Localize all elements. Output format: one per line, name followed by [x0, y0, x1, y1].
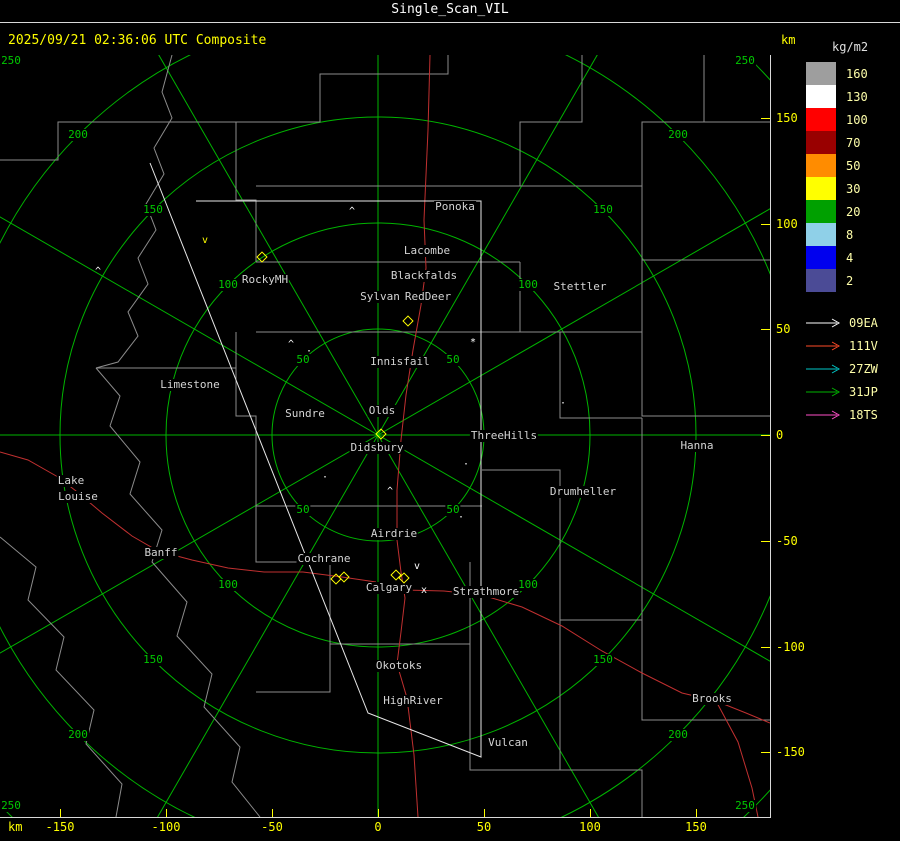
- bottom-axis-label: 150: [685, 820, 707, 834]
- legend-level-value: 20: [846, 204, 861, 219]
- right-axis-label: -100: [776, 640, 805, 654]
- right-axis-label: -50: [776, 534, 798, 548]
- map-graphics: [0, 55, 770, 817]
- bottom-axis-label: -50: [261, 820, 283, 834]
- legend-level-value: 8: [846, 227, 854, 242]
- legend-color-swatch: [806, 62, 836, 85]
- legend-level-row: 100: [806, 108, 898, 131]
- range-rings: [0, 55, 770, 817]
- radar-legend-item: 18TS: [806, 408, 898, 422]
- bottom-axis-label: -150: [45, 820, 75, 834]
- radar-legend-item: 31JP: [806, 385, 898, 399]
- legend-level-row: 130: [806, 85, 898, 108]
- radar-arrow-icon: [806, 341, 840, 351]
- title-divider: [0, 22, 900, 23]
- legend-color-swatch: [806, 269, 836, 292]
- legend-unit-label: kg/m2: [832, 40, 869, 54]
- legend-level-value: 160: [846, 66, 868, 81]
- legend-level-row: 50: [806, 154, 898, 177]
- right-axis-label: 150: [776, 111, 798, 125]
- radar-legend-item: 111V: [806, 339, 898, 353]
- right-axis-label: 100: [776, 217, 798, 231]
- legend-color-scale: 160 130 100 70 50 30 20 8 4 2: [806, 62, 898, 292]
- legend-color-swatch: [806, 85, 836, 108]
- legend-level-value: 4: [846, 250, 854, 265]
- map-border-right: [770, 55, 771, 818]
- legend-level-row: 4: [806, 246, 898, 269]
- legend-level-row: 8: [806, 223, 898, 246]
- legend-level-value: 70: [846, 135, 861, 150]
- bottom-axis-label: 0: [374, 820, 382, 834]
- radar-id: 111V: [849, 339, 878, 353]
- legend-level-value: 100: [846, 112, 868, 127]
- map-border-bottom: [0, 817, 771, 818]
- highways: [0, 55, 770, 817]
- legend-color-swatch: [806, 200, 836, 223]
- bottom-axis-label: 100: [579, 820, 601, 834]
- legend-level-value: 2: [846, 273, 854, 288]
- right-axis-unit: km: [781, 33, 796, 47]
- scan-area-outline: [149, 162, 482, 758]
- legend-level-row: 70: [806, 131, 898, 154]
- right-axis-label: 50: [776, 322, 791, 336]
- legend-level-row: 20: [806, 200, 898, 223]
- window-title: Single_Scan_VIL: [391, 2, 509, 17]
- legend-color-swatch: [806, 223, 836, 246]
- right-axis-label: 0: [776, 428, 784, 442]
- county-boundaries: [0, 55, 770, 817]
- right-axis-label: -150: [776, 745, 805, 759]
- radar-legend-item: 27ZW: [806, 362, 898, 376]
- legend-level-value: 130: [846, 89, 868, 104]
- scan-datetime: 2025/09/21 02:36:06 UTC Composite: [8, 33, 267, 48]
- radar-id: 27ZW: [849, 362, 878, 376]
- legend-color-swatch: [806, 246, 836, 269]
- titlebar: Single_Scan_VIL: [0, 0, 900, 21]
- legend-level-value: 50: [846, 158, 861, 173]
- radar-arrow-icon: [806, 364, 840, 374]
- legend-color-swatch: [806, 108, 836, 131]
- bottom-axis-label: 50: [476, 820, 492, 834]
- radar-arrow-icon: [806, 387, 840, 397]
- legend-level-value: 30: [846, 181, 861, 196]
- radar-id: 31JP: [849, 385, 878, 399]
- radar-legend-item: 09EA: [806, 316, 898, 330]
- radar-id: 09EA: [849, 316, 878, 330]
- vil-legend: kg/m2 160 130 100 70 50 30 20 8 4 2 09EA 111V 27ZW 3…: [806, 40, 898, 422]
- legend-color-swatch: [806, 177, 836, 200]
- legend-level-row: 160: [806, 62, 898, 85]
- radar-arrow-icon: [806, 410, 840, 420]
- legend-level-row: 30: [806, 177, 898, 200]
- bottom-axis-label: -100: [151, 820, 181, 834]
- radar-site-legend: 09EA 111V 27ZW 31JP 18TS: [806, 316, 898, 422]
- legend-color-swatch: [806, 131, 836, 154]
- bottom-axis-unit: km: [8, 820, 23, 834]
- radar-id: 18TS: [849, 408, 878, 422]
- legend-color-swatch: [806, 154, 836, 177]
- legend-level-row: 2: [806, 269, 898, 292]
- radar-map[interactable]: [0, 55, 770, 817]
- radar-arrow-icon: [806, 318, 840, 328]
- radar-app-window: Single_Scan_VIL 2025/09/21 02:36:06 UTC …: [0, 0, 900, 841]
